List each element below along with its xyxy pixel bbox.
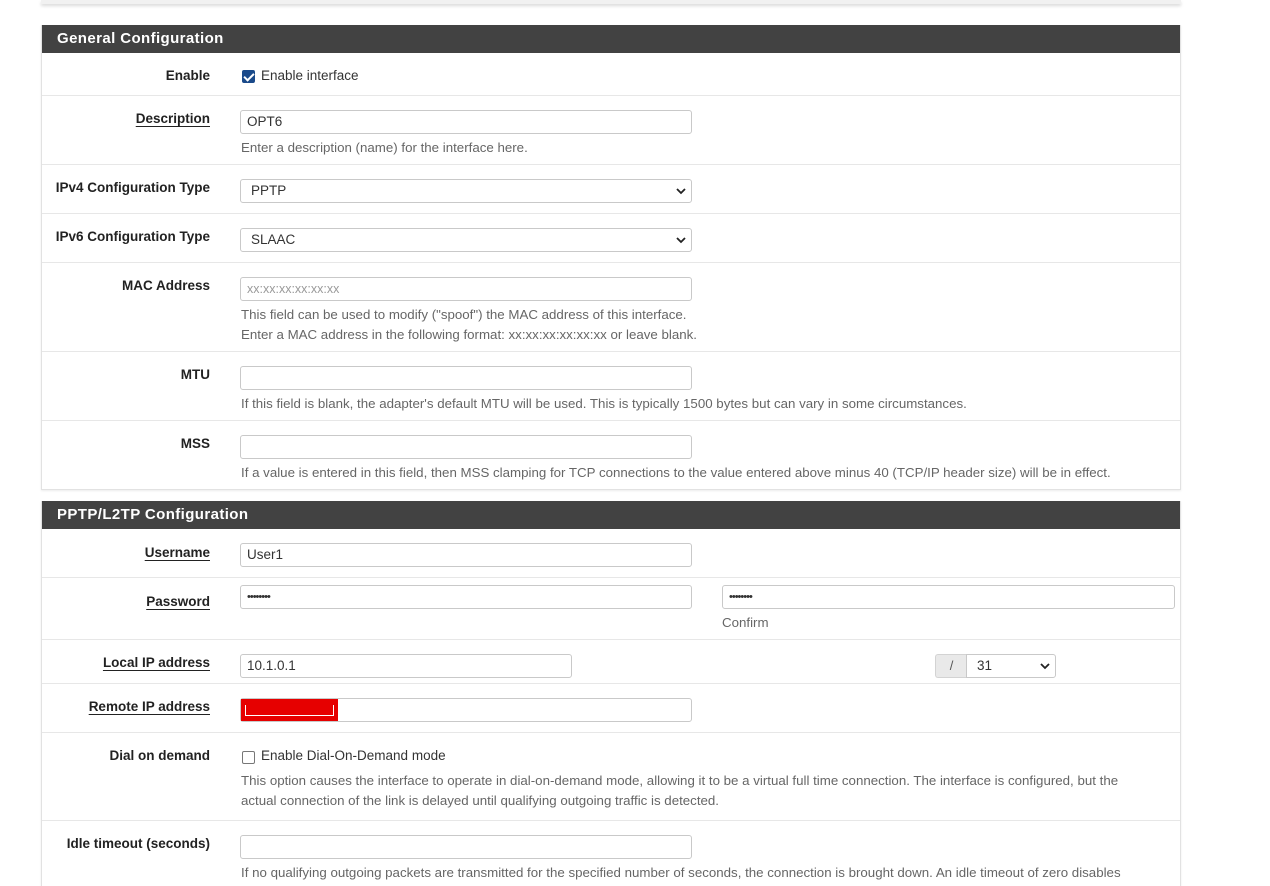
description-label[interactable]: Description <box>42 111 210 126</box>
idle-timeout-input[interactable] <box>240 835 692 859</box>
enable-interface-text: Enable interface <box>261 68 359 83</box>
enable-label: Enable <box>165 68 210 83</box>
description-help: Enter a description (name) for the inter… <box>241 140 528 155</box>
dial-on-demand-text: Enable Dial-On-Demand mode <box>261 748 446 763</box>
dial-on-demand-checkbox[interactable] <box>242 751 255 764</box>
row-ipv6-type: IPv6 Configuration Type SLAAC <box>42 214 1180 263</box>
mss-input[interactable] <box>240 435 692 459</box>
row-enable: Enable Enable interface <box>42 53 1180 96</box>
row-mac-address: MAC Address xx:xx:xx:xx:xx:xx This field… <box>42 263 1180 352</box>
row-password: Password •••••••• •••••••• Confirm <box>42 578 1180 640</box>
row-mss: MSS If a value is entered in this field,… <box>42 421 1180 490</box>
dial-on-demand-help-1: This option causes the interface to oper… <box>241 773 1119 788</box>
password-confirm-label: Confirm <box>722 615 769 630</box>
mtu-label: MTU <box>180 367 210 382</box>
panel-heading-pptp: PPTP/L2TP Configuration <box>42 501 1180 529</box>
dial-on-demand-help-2: actual connection of the link is delayed… <box>241 793 720 808</box>
password-confirm-input[interactable]: •••••••• <box>722 585 1175 609</box>
redaction-box <box>241 699 338 721</box>
row-mtu: MTU If this field is blank, the adapter'… <box>42 352 1180 421</box>
panel-heading-general: General Configuration <box>42 25 1180 53</box>
mss-help: If a value is entered in this field, the… <box>241 465 1111 480</box>
row-local-ip: Local IP address 10.1.0.1 / 31 <box>42 640 1180 684</box>
ipv4-type-value: PPTP <box>251 183 287 198</box>
password-input[interactable]: •••••••• <box>240 585 692 609</box>
previous-panel-edge <box>41 0 1181 4</box>
mac-address-help-1: This field can be used to modify ("spoof… <box>241 307 687 322</box>
ipv4-type-label: IPv4 Configuration Type <box>55 180 210 195</box>
ipv4-type-select[interactable]: PPTP <box>240 179 692 203</box>
idle-timeout-help: If no qualifying outgoing packets are tr… <box>241 865 1121 880</box>
row-idle-timeout: Idle timeout (seconds) If no qualifying … <box>42 821 1180 886</box>
local-ip-label[interactable]: Local IP address <box>42 655 210 670</box>
general-configuration-panel: General Configuration Enable Enable inte… <box>41 25 1181 490</box>
row-description: Description OPT6 Enter a description (na… <box>42 96 1180 165</box>
chevron-down-icon <box>1040 663 1050 670</box>
cidr-slash-addon: / <box>935 654 967 678</box>
mac-address-input[interactable]: xx:xx:xx:xx:xx:xx <box>240 277 692 301</box>
enable-interface-checkbox[interactable] <box>242 70 255 83</box>
pptp-l2tp-configuration-panel: PPTP/L2TP Configuration Username User1 P… <box>41 501 1181 886</box>
username-label[interactable]: Username <box>42 545 210 560</box>
row-remote-ip: Remote IP address <box>42 684 1180 733</box>
remote-ip-label[interactable]: Remote IP address <box>42 699 210 714</box>
username-input[interactable]: User1 <box>240 543 692 567</box>
description-input[interactable]: OPT6 <box>240 110 692 134</box>
local-ip-cidr-select[interactable]: 31 <box>966 654 1056 678</box>
ipv6-type-label: IPv6 Configuration Type <box>55 229 210 244</box>
password-label[interactable]: Password <box>42 594 210 609</box>
mtu-help: If this field is blank, the adapter's de… <box>241 396 967 411</box>
ipv6-type-select[interactable]: SLAAC <box>240 228 692 252</box>
chevron-down-icon <box>676 237 686 244</box>
row-ipv4-type: IPv4 Configuration Type PPTP <box>42 165 1180 214</box>
ipv6-type-value: SLAAC <box>251 232 296 247</box>
mss-label: MSS <box>180 436 210 451</box>
mac-address-label: MAC Address <box>121 278 210 293</box>
idle-timeout-label: Idle timeout (seconds) <box>66 836 210 851</box>
chevron-down-icon <box>676 188 686 195</box>
mac-address-help-2: Enter a MAC address in the following for… <box>241 327 697 342</box>
row-dial-on-demand: Dial on demand Enable Dial-On-Demand mod… <box>42 733 1180 821</box>
redaction-mark <box>241 699 338 721</box>
dial-on-demand-label: Dial on demand <box>109 748 210 763</box>
mtu-input[interactable] <box>240 366 692 390</box>
row-username: Username User1 <box>42 529 1180 578</box>
local-ip-input[interactable]: 10.1.0.1 <box>240 654 572 678</box>
cidr-value: 31 <box>977 658 993 673</box>
